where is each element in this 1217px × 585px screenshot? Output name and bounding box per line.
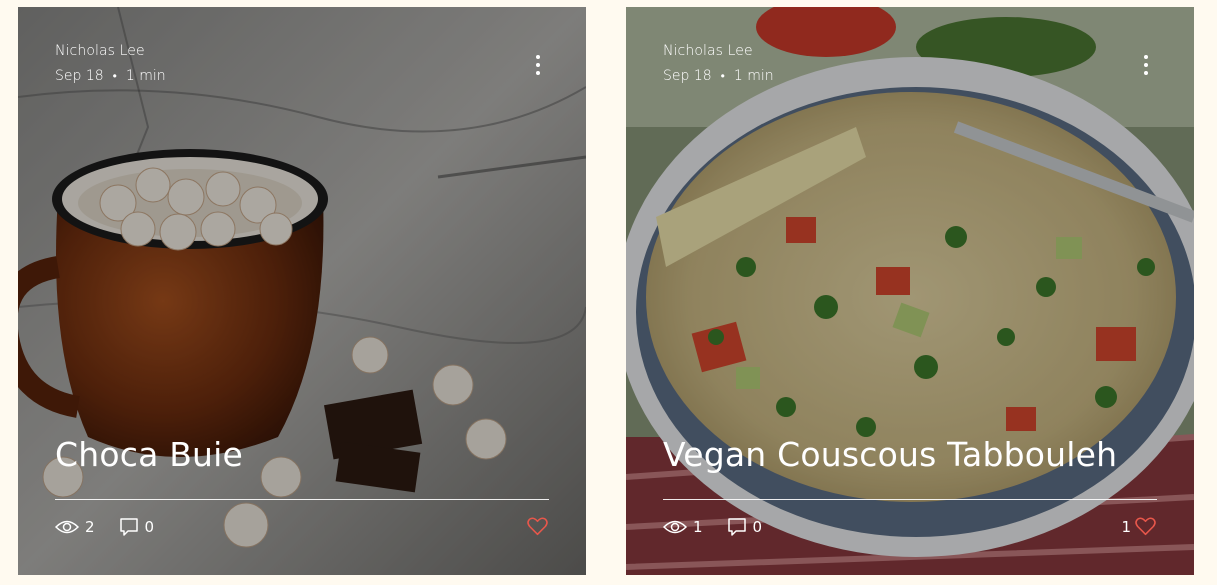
heart-icon — [527, 517, 548, 536]
eye-icon — [663, 520, 687, 534]
like-button[interactable]: 1 — [1121, 517, 1156, 536]
eye-icon — [55, 520, 79, 534]
comments-count: 0 — [144, 518, 155, 536]
views-count: 2 — [85, 518, 95, 536]
heart-icon — [1135, 517, 1156, 536]
views-stat: 1 — [663, 518, 703, 536]
comments-stat[interactable]: 0 — [727, 517, 763, 537]
comments-count: 0 — [752, 518, 763, 536]
post-card[interactable]: Nicholas Lee Sep 18 • 1 min Choca Buie 2… — [18, 7, 586, 575]
post-author[interactable]: Nicholas Lee — [55, 43, 145, 59]
post-meta: Sep 18 • 1 min — [55, 68, 166, 84]
post-date: Sep 18 — [55, 68, 104, 84]
post-read-time: 1 min — [733, 68, 774, 84]
post-title[interactable]: Choca Buie — [55, 435, 243, 474]
likes-count: 1 — [1121, 517, 1131, 536]
like-button[interactable] — [523, 517, 548, 536]
post-read-time: 1 min — [125, 68, 166, 84]
comments-stat[interactable]: 0 — [119, 517, 155, 537]
meta-separator: • — [720, 69, 725, 83]
more-vertical-icon[interactable] — [1136, 53, 1156, 77]
more-vertical-icon[interactable] — [528, 53, 548, 77]
image-overlay — [18, 7, 586, 575]
views-count: 1 — [693, 518, 703, 536]
post-date: Sep 18 — [663, 68, 712, 84]
post-card[interactable]: Nicholas Lee Sep 18 • 1 min Vegan Cousco… — [626, 7, 1194, 575]
post-author[interactable]: Nicholas Lee — [663, 43, 753, 59]
card-divider — [663, 499, 1157, 500]
post-title[interactable]: Vegan Couscous Tabbouleh — [663, 435, 1117, 474]
card-divider — [55, 499, 549, 500]
comment-icon — [119, 518, 138, 536]
views-stat: 2 — [55, 518, 95, 536]
meta-separator: • — [112, 69, 117, 83]
post-stats: 2 0 — [55, 517, 178, 537]
comment-icon — [727, 518, 746, 536]
post-meta: Sep 18 • 1 min — [663, 68, 774, 84]
post-stats: 1 0 — [663, 517, 786, 537]
image-overlay — [626, 7, 1194, 575]
